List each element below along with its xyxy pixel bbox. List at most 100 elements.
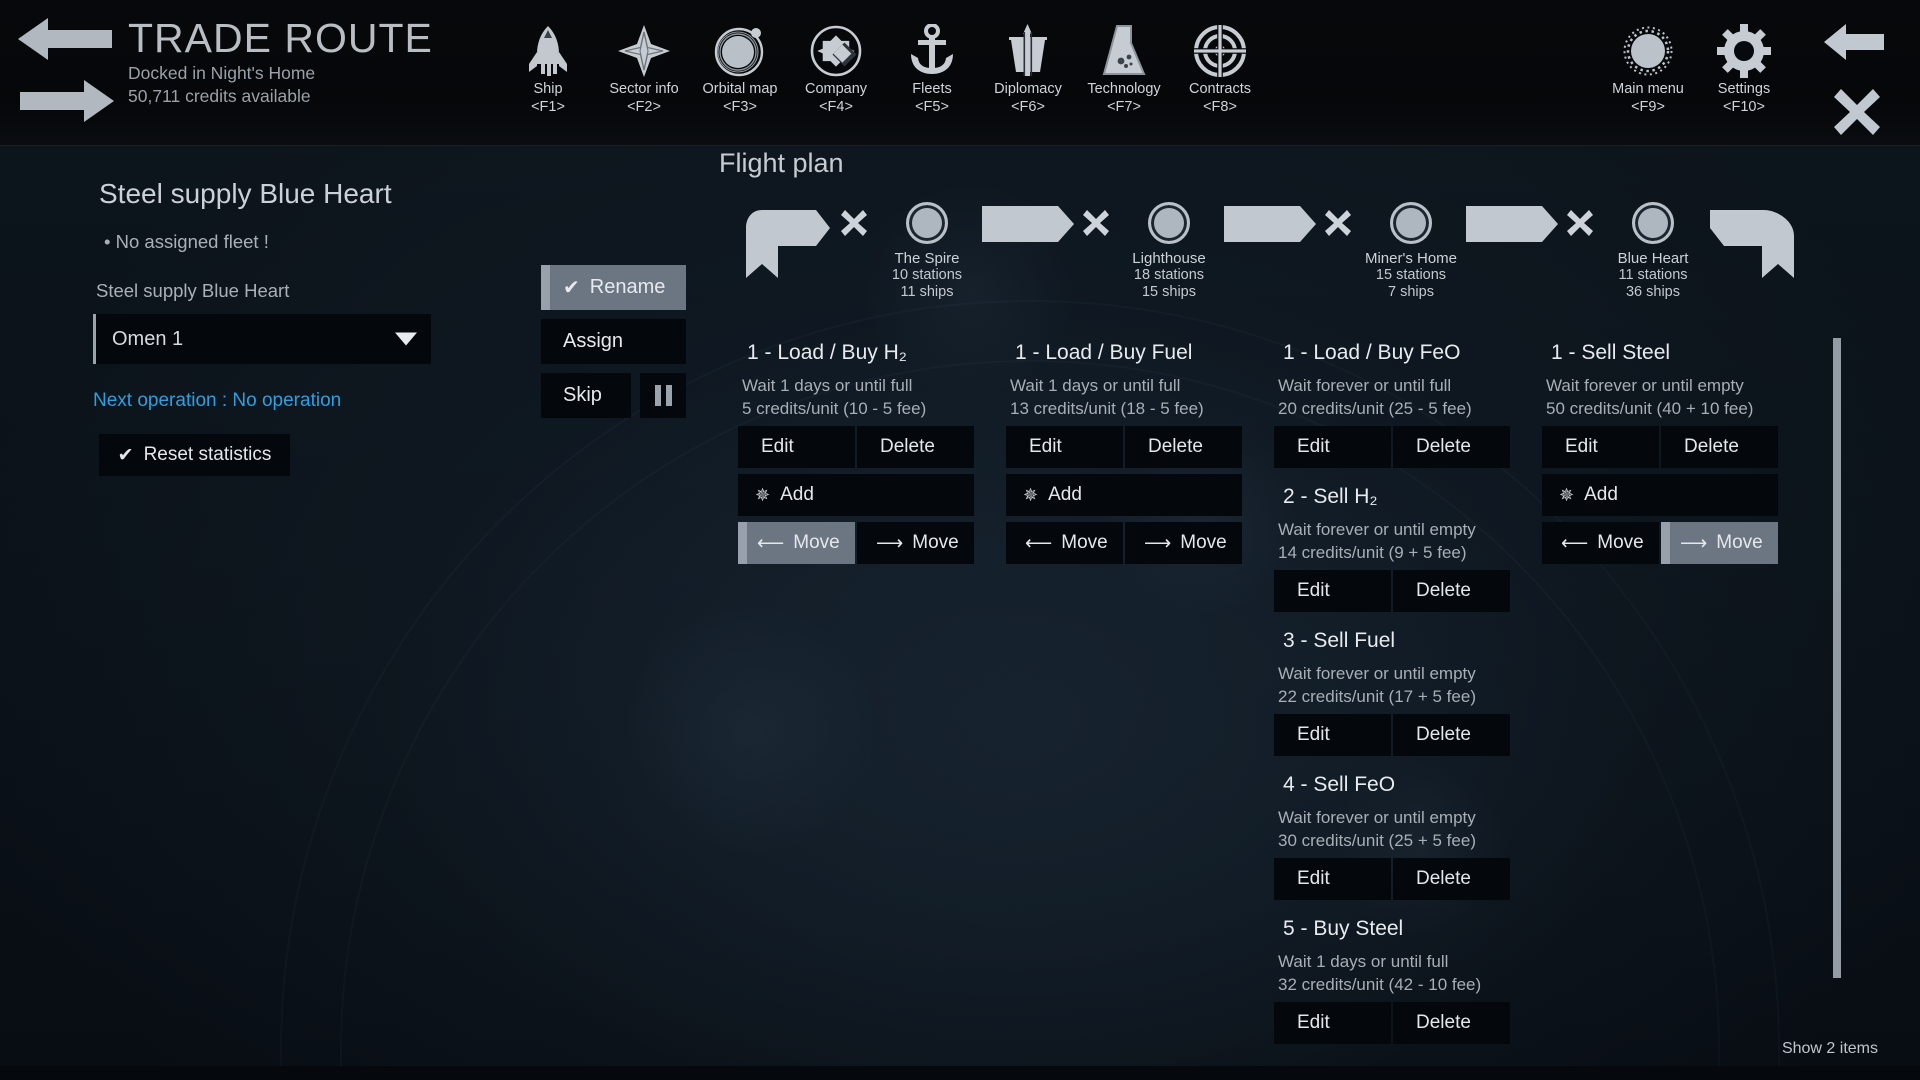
nav-item-diplomacy[interactable]: Diplomacy <F6> (980, 12, 1076, 130)
main-nav: Ship <F1> Sector info <F2> Orbital map <… (500, 12, 1268, 132)
flask-icon (1101, 22, 1147, 80)
nav-key: <F8> (1203, 99, 1237, 115)
operation-title: 1 - Load / Buy Fuel (1015, 341, 1193, 364)
add-button[interactable]: ✵ Add (1542, 474, 1778, 516)
station-name: Lighthouse (1132, 250, 1206, 267)
gear-icon (1717, 22, 1771, 80)
station-stations: 10 stations (891, 267, 963, 283)
station-ships: 11 ships (900, 284, 954, 300)
operations-column-lighthouse: 1 - Load / Buy Fuel Wait 1 days or until… (1006, 330, 1272, 1044)
move-left-button[interactable]: ⟵ Move (738, 522, 855, 564)
nav-item-orbital-map[interactable]: Orbital map <F3> (692, 12, 788, 130)
nav-item-ship[interactable]: Ship <F1> (500, 12, 596, 130)
arrow-segment-icon (1464, 192, 1560, 242)
operation-button-row: Edit Delete (1274, 570, 1540, 612)
nav-key: <F4> (819, 99, 853, 115)
x-icon (1076, 192, 1116, 236)
route-end-icon (1706, 192, 1802, 278)
nav-label: Settings (1717, 81, 1771, 97)
move-right-button[interactable]: ⟶ Move (857, 522, 974, 564)
route-node-the-spire[interactable]: The Spire 10 stations 11 ships (874, 192, 980, 301)
pause-button[interactable] (640, 373, 686, 418)
edit-button[interactable]: Edit (738, 426, 855, 468)
vertical-scrollbar[interactable] (1833, 338, 1841, 978)
operation-wait: Wait 1 days or until full (1278, 952, 1449, 971)
route-node-lighthouse[interactable]: Lighthouse 18 stations 15 ships (1116, 192, 1222, 301)
move-left-button[interactable]: ⟵ Move (1542, 522, 1659, 564)
assign-label: Assign (563, 330, 624, 352)
nav-item-technology[interactable]: Technology <F7> (1076, 12, 1172, 130)
operations-column-miners-home: 1 - Load / Buy FeO Wait forever or until… (1274, 330, 1540, 1044)
fleet-select[interactable]: Omen 1 (93, 314, 431, 364)
route-node-miners-home[interactable]: Miner's Home 15 stations 7 ships (1358, 192, 1464, 301)
move-row: ⟵ Move ⟶ Move (738, 522, 1004, 564)
nav-item-contracts[interactable]: Contracts <F8> (1172, 12, 1268, 130)
delete-button[interactable]: Delete (1661, 426, 1778, 468)
edit-button[interactable]: Edit (1274, 426, 1391, 468)
reset-statistics-button[interactable]: ✔ Reset statistics (99, 434, 290, 476)
operation-title: 5 - Buy Steel (1283, 917, 1404, 940)
edit-button[interactable]: Edit (1274, 714, 1391, 756)
target-icon (1193, 22, 1247, 80)
delete-button[interactable]: Delete (1393, 570, 1510, 612)
fleet-warning: • No assigned fleet ! (104, 231, 269, 252)
operation-price: 32 credits/unit (42 - 10 fee) (1278, 975, 1482, 994)
arrow-right-small-icon: ⟶ (1680, 532, 1708, 554)
nav-key: <F7> (1107, 99, 1141, 115)
move-right-button[interactable]: ⟶ Move (1125, 522, 1242, 564)
nav-item-main-menu[interactable]: Main menu <F9> (1600, 12, 1696, 130)
operations-columns: 1 - Load / Buy H₂ Wait 1 days or until f… (738, 330, 1808, 1044)
station-stations: 15 stations (1375, 267, 1447, 283)
add-button[interactable]: ✵ Add (738, 474, 974, 516)
close-x-icon[interactable] (1834, 89, 1880, 135)
arrow-right-small-icon: ⟶ (876, 532, 904, 554)
nav-label: Orbital map (702, 81, 778, 97)
delete-button[interactable]: Delete (1393, 714, 1510, 756)
edit-button[interactable]: Edit (1274, 570, 1391, 612)
delete-button[interactable]: Delete (1125, 426, 1242, 468)
arrow-right-icon[interactable] (18, 76, 114, 126)
docked-status: Docked in Night's Home (128, 63, 316, 83)
delete-button[interactable]: Delete (1393, 426, 1510, 468)
edit-button[interactable]: Edit (1274, 1002, 1391, 1044)
rename-button[interactable]: ✔ Rename (541, 265, 686, 310)
arrow-left-small-icon: ⟵ (757, 532, 785, 554)
show-items-label[interactable]: Show 2 items (1782, 1040, 1878, 1058)
nav-key: <F2> (627, 99, 661, 115)
edit-button[interactable]: Edit (1274, 858, 1391, 900)
skip-button[interactable]: Skip (541, 373, 631, 418)
route-node-blue-heart[interactable]: Blue Heart 11 stations 36 ships (1600, 192, 1706, 301)
add-button[interactable]: ✵ Add (1006, 474, 1242, 516)
arrow-left-icon[interactable] (18, 14, 114, 64)
operation-wait: Wait forever or until empty (1278, 808, 1476, 827)
nav-item-sector-info[interactable]: Sector info <F2> (596, 12, 692, 130)
delete-button[interactable]: Delete (1393, 858, 1510, 900)
operation-price: 5 credits/unit (10 - 5 fee) (742, 399, 927, 418)
edit-button[interactable]: Edit (1542, 426, 1659, 468)
move-right-label: Move (1180, 532, 1227, 553)
operation-button-row: Edit Delete (1274, 858, 1540, 900)
game-screen: TRADE ROUTE Docked in Night's Home 50,71… (0, 0, 1920, 1080)
nav-item-settings[interactable]: Settings <F10> (1696, 12, 1792, 130)
delete-button[interactable]: Delete (1393, 1002, 1510, 1044)
edit-button[interactable]: Edit (1006, 426, 1123, 468)
assign-button[interactable]: Assign (541, 319, 686, 364)
back-arrow-icon[interactable] (1824, 22, 1886, 62)
add-label: Add (1584, 484, 1618, 505)
company-badge-icon (810, 22, 862, 80)
operations-column-blue-heart: 1 - Sell Steel Wait forever or until emp… (1542, 330, 1808, 1044)
nav-item-company[interactable]: Company <F4> (788, 12, 884, 130)
diplomacy-icon (1003, 22, 1053, 80)
station-node-icon (1390, 202, 1432, 244)
check-icon: ✔ (117, 444, 134, 466)
nav-item-fleets[interactable]: Fleets <F5> (884, 12, 980, 130)
star-burst-icon: ✵ (1559, 484, 1575, 505)
operation-button-row: Edit Delete (1274, 714, 1540, 756)
chevron-down-icon (395, 332, 417, 346)
delete-button[interactable]: Delete (857, 426, 974, 468)
operation-title: 1 - Load / Buy FeO (1283, 341, 1461, 364)
nav-label: Technology (1087, 81, 1161, 97)
nav-label: Main menu (1612, 81, 1684, 97)
move-left-button[interactable]: ⟵ Move (1006, 522, 1123, 564)
move-right-button[interactable]: ⟶ Move (1661, 522, 1778, 564)
